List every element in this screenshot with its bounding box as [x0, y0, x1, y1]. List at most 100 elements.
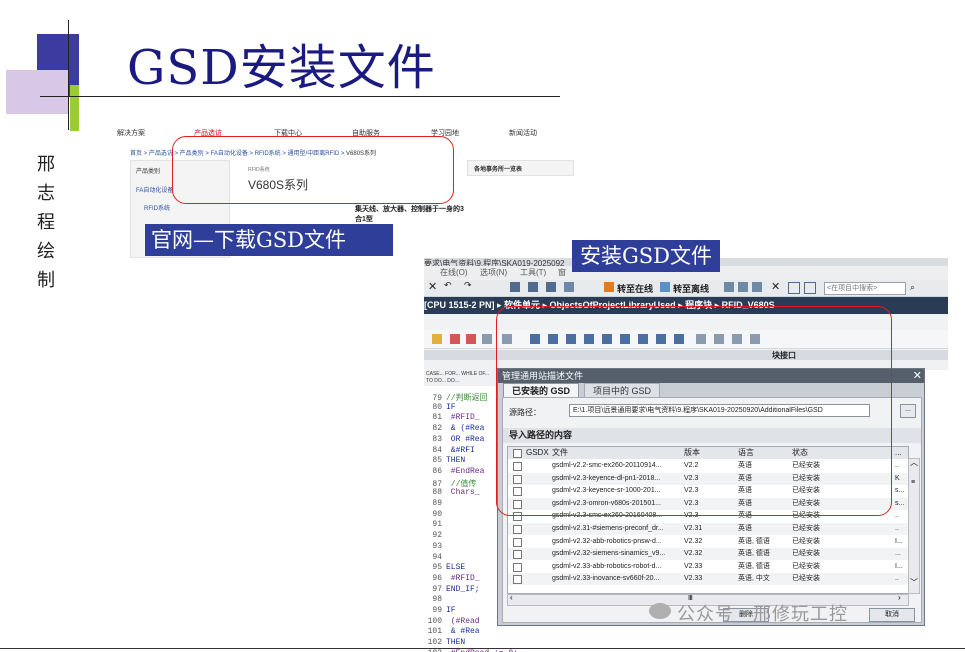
close-icon[interactable]: ✕ — [771, 280, 781, 293]
line-number: 90 — [432, 509, 442, 519]
line-number: 93 — [432, 541, 442, 551]
sidebar-item[interactable]: FA自动化设备 — [136, 185, 173, 194]
nav-item[interactable]: 解决方案 — [117, 128, 145, 138]
code-line[interactable]: 84 &#RFI — [424, 445, 474, 456]
code-line[interactable]: 98 — [424, 595, 446, 605]
block-tool-icon[interactable] — [466, 334, 476, 344]
divider — [0, 648, 965, 649]
code-line[interactable]: 79 //判断返回 — [424, 392, 487, 403]
code-text: IF — [446, 402, 456, 412]
code-line[interactable]: 87 //值传 — [424, 478, 476, 489]
menu-tools[interactable]: 工具(T) — [520, 267, 546, 278]
line-number: 84 — [432, 445, 442, 455]
line-number: 83 — [432, 434, 442, 444]
table-row[interactable]: gsdml-v2.32-siemens-sinamics_v9... V2.32 英… — [508, 548, 908, 561]
block-tool-icon[interactable] — [450, 334, 460, 344]
monitor-icon[interactable] — [724, 282, 734, 292]
block-tool-icon[interactable] — [482, 334, 492, 344]
sidebar-item[interactable]: RFID系统 — [144, 203, 170, 212]
code-line[interactable]: 92 — [424, 531, 446, 541]
office-link[interactable]: 各地事务所一览表 — [474, 164, 522, 173]
go-online-icon[interactable] — [604, 282, 614, 292]
search-input[interactable]: <在项目中搜索> — [824, 282, 906, 295]
line-number: 91 — [432, 520, 442, 530]
row-checkbox[interactable] — [513, 575, 522, 585]
scroll-down-icon[interactable]: ﹀ — [910, 577, 918, 588]
code-line[interactable]: 90 — [424, 510, 446, 520]
code-text: #RFID_ — [446, 573, 480, 583]
cell-version: V2.32 — [684, 537, 703, 545]
row-checkbox[interactable] — [513, 562, 522, 572]
monitor-icon[interactable] — [738, 282, 748, 292]
row-checkbox[interactable] — [513, 550, 522, 560]
code-line[interactable]: 83 OR #Rea — [424, 435, 484, 445]
cancel-button[interactable]: 取消 — [869, 608, 915, 622]
go-online-button[interactable]: 转至在线 — [617, 282, 653, 295]
scroll-up-icon[interactable]: ︿ — [910, 457, 918, 468]
scroll-left-icon[interactable]: ‹ — [510, 593, 513, 602]
cell-extra: I... — [895, 537, 903, 545]
code-line[interactable]: 91 — [424, 520, 446, 530]
product-desc: 集天线、放大器、控制器于一身的3合1型 — [355, 206, 464, 223]
undo-icon[interactable]: ↶ — [444, 280, 454, 290]
code-line[interactable]: 81 #RFID_ — [424, 413, 479, 423]
monitor-icon[interactable] — [752, 282, 762, 292]
row-checkbox[interactable] — [513, 525, 522, 534]
code-line[interactable]: 96 #RFID_ — [424, 573, 480, 584]
code-line[interactable]: 97 END_IF; — [424, 585, 479, 595]
code-line[interactable]: 82 & (#Rea — [424, 424, 484, 434]
redo-icon[interactable]: ↷ — [464, 280, 474, 290]
split-icon[interactable] — [804, 282, 816, 294]
code-line[interactable]: 102 THEN — [424, 638, 466, 648]
table-row[interactable]: gsdml-v2.33-inovance-sv660f-20... V2.33 英语… — [508, 573, 908, 586]
decor-block — [70, 85, 79, 131]
code-text: THEN — [446, 638, 466, 648]
download-icon[interactable] — [528, 282, 538, 292]
highlight-oval — [172, 136, 454, 204]
code-line[interactable]: 88 Chars_ — [424, 488, 479, 498]
code-line[interactable]: 94 — [424, 553, 446, 563]
vertical-scrollbar[interactable]: ︿ ﹀ ≡ — [908, 458, 920, 594]
close-icon[interactable]: ✕ — [913, 369, 922, 383]
cell-extra: .. — [895, 512, 899, 520]
go-offline-icon[interactable] — [660, 282, 670, 292]
cell-status: 已经安装 — [792, 562, 820, 570]
cell-language: 英语, 德语 — [738, 562, 770, 570]
row-checkbox[interactable] — [513, 537, 522, 547]
go-offline-button[interactable]: 转至离线 — [673, 282, 709, 295]
nav-item[interactable]: 新闻活动 — [509, 128, 537, 138]
line-number: 92 — [432, 531, 442, 541]
code-line[interactable]: 85 THEN — [424, 456, 465, 466]
table-row[interactable]: gsdml-v2.33-abb-robotics-robot-d... V2.33… — [508, 561, 908, 573]
browse-button[interactable]: ... — [900, 404, 916, 418]
simulate-icon[interactable] — [564, 282, 574, 292]
code-line[interactable]: 95 ELSE — [424, 563, 465, 573]
label-download: 官网—下载GSD文件 — [145, 224, 393, 256]
cell-extra: ... — [895, 550, 901, 558]
menu-window[interactable]: 窗 — [558, 267, 566, 278]
table-row[interactable]: gsdml-v2.31-#siemens-preconf_dr... V2.31 英… — [508, 523, 908, 535]
code-line[interactable]: 101 & #Rea — [424, 627, 480, 637]
code-line[interactable]: 93 — [424, 542, 446, 552]
menu-online[interactable]: 在线(O) — [440, 267, 468, 278]
scl-template-cells[interactable]: CASE... FOR... WHILE OF... TO DO... DO..… — [424, 370, 499, 386]
split-icon[interactable] — [788, 282, 800, 294]
cell-language: 英语, 中文 — [738, 575, 770, 583]
code-line[interactable]: 99 IF — [424, 606, 455, 616]
upload-icon[interactable] — [546, 282, 556, 292]
code-line[interactable]: 100 (#Read — [424, 617, 480, 627]
table-row[interactable]: gsdml-v2.32-abb-robotics-pnsw-d... V2.32 英… — [508, 536, 908, 548]
scroll-thumb[interactable]: ≡ — [911, 479, 915, 486]
search-icon[interactable]: ⌕ — [910, 282, 920, 292]
block-tool-icon[interactable] — [432, 334, 442, 344]
code-line[interactable]: 89 — [424, 499, 446, 509]
code-text: #EndRea — [446, 466, 485, 476]
code-line[interactable]: 80 IF — [424, 402, 456, 413]
delete-icon[interactable]: ✕ — [428, 280, 438, 293]
line-number: 94 — [432, 552, 442, 562]
compile-icon[interactable] — [510, 282, 520, 292]
scroll-right-icon[interactable]: › — [898, 593, 901, 602]
code-line[interactable]: 86 #EndRea — [424, 467, 484, 477]
line-number: 101 — [427, 627, 442, 637]
menu-options[interactable]: 选项(N) — [480, 267, 507, 278]
